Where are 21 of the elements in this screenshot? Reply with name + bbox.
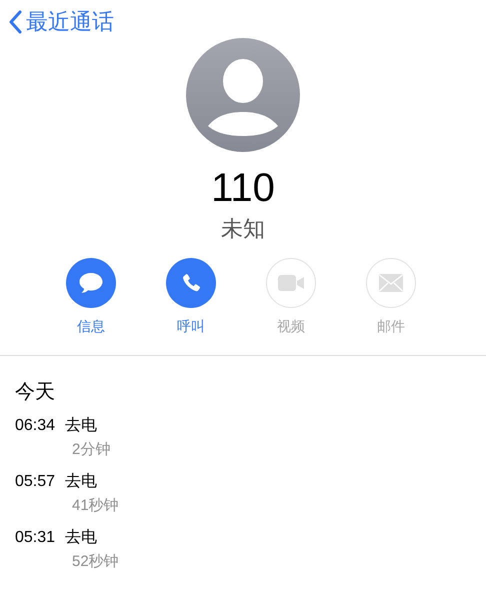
video-camera-icon: [277, 274, 305, 292]
envelope-icon: [378, 273, 404, 293]
avatar-icon: [186, 38, 300, 152]
speech-bubble-icon: [78, 271, 104, 295]
call-duration: 41秒钟: [72, 498, 119, 513]
call-action-button[interactable]: 呼叫: [166, 258, 216, 337]
call-type: 去电: [65, 530, 98, 546]
call-time: 05:31: [15, 530, 56, 546]
call-type: 去电: [65, 418, 98, 434]
call-time: 05:57: [15, 474, 56, 490]
call-time: 06:34: [15, 418, 56, 434]
call-type: 去电: [65, 474, 98, 490]
phone-number: 110: [211, 168, 275, 208]
message-action-button[interactable]: 信息: [66, 258, 116, 337]
back-button[interactable]: 最近通话: [8, 10, 114, 34]
phone-icon: [180, 272, 202, 294]
call-duration: 52秒钟: [72, 554, 119, 569]
call-duration: 2分钟: [72, 442, 110, 457]
section-heading: 今天: [15, 382, 56, 402]
contact-label: 未知: [221, 218, 265, 240]
chevron-left-icon: [8, 10, 22, 34]
